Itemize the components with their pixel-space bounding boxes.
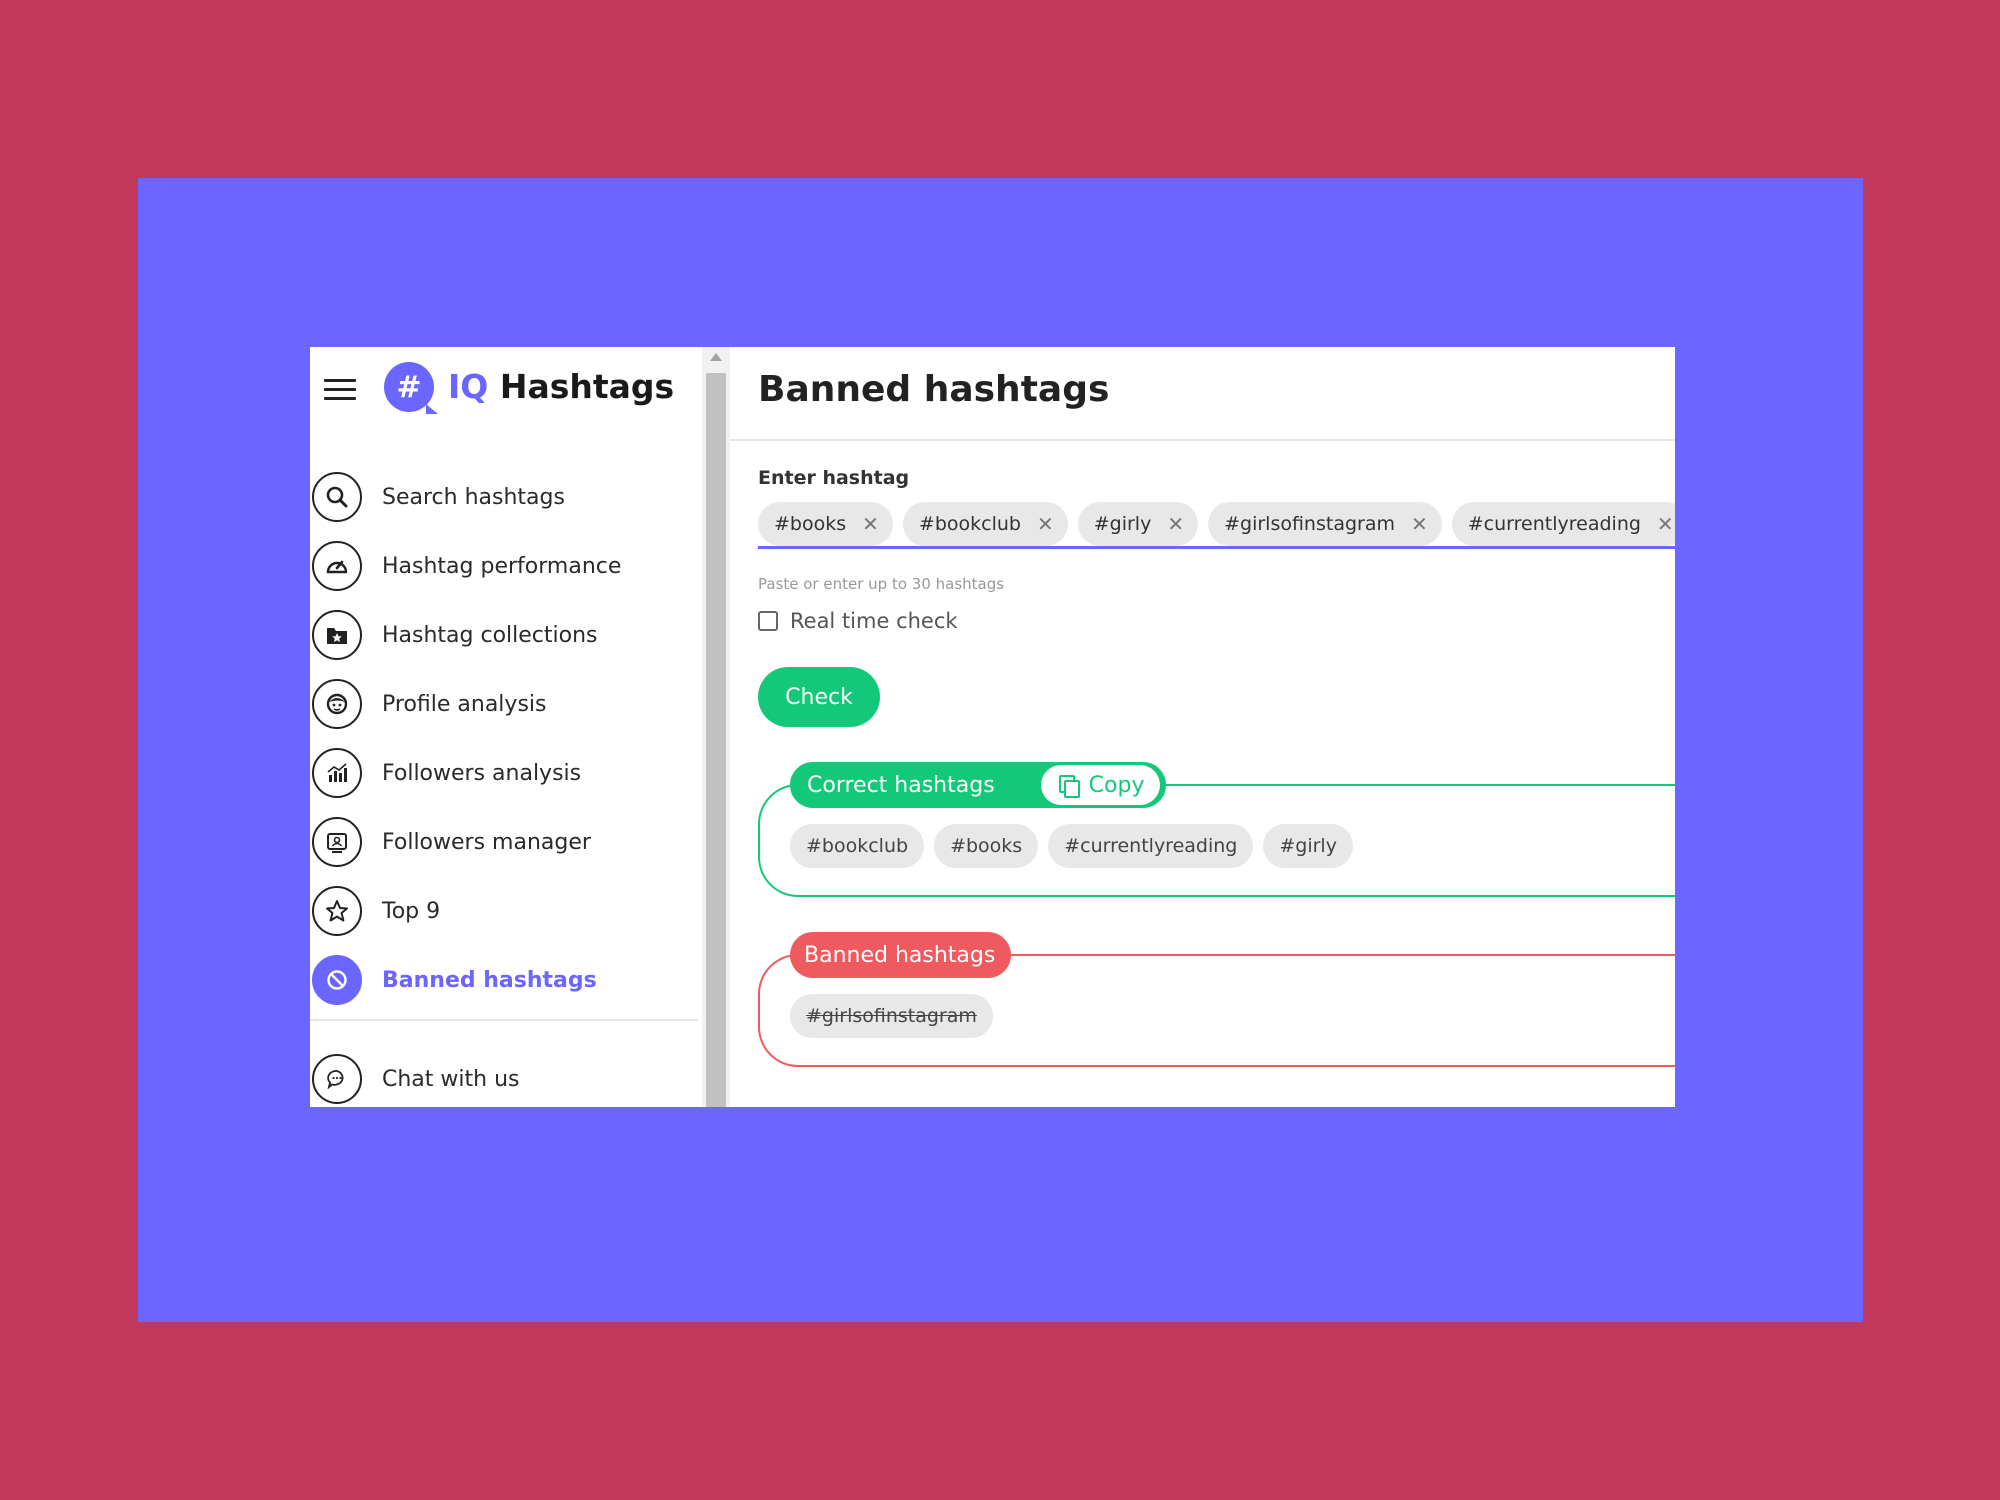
sidebar: # IQ Hashtags Search hashtags Hashtag pe… <box>310 347 700 1107</box>
hashtag-input-label: Enter hashtag <box>758 467 910 489</box>
face-icon <box>312 679 362 729</box>
hashtag-chip: #girly ✕ <box>1077 502 1199 546</box>
chip-label: #bookclub <box>918 513 1021 535</box>
correct-tag: #bookclub <box>790 824 925 868</box>
hashtag-chip: #books ✕ <box>758 502 893 546</box>
sidebar-item-label: Top 9 <box>382 898 441 924</box>
sidebar-item-profile-analysis[interactable]: Profile analysis <box>312 676 692 732</box>
remove-chip-icon[interactable]: ✕ <box>1037 512 1054 536</box>
hamburger-menu-icon[interactable] <box>324 379 356 403</box>
sidebar-divider <box>310 1019 698 1021</box>
correct-hashtags-header: Correct hashtags Copy <box>790 762 1167 808</box>
bar-chart-icon <box>312 748 362 798</box>
check-button[interactable]: Check <box>758 667 880 727</box>
folder-star-icon <box>312 610 362 660</box>
chip-label: #girly <box>1093 513 1152 535</box>
main-header: Banned hashtags <box>730 347 1675 441</box>
logo-name: Hashtags <box>499 367 675 406</box>
correct-tag: #currentlyreading <box>1048 824 1254 868</box>
star-icon <box>312 886 362 936</box>
chip-label: #books <box>774 513 847 535</box>
block-icon <box>312 955 362 1005</box>
copy-button[interactable]: Copy <box>1040 765 1161 805</box>
sidebar-item-top-9[interactable]: Top 9 <box>312 883 692 939</box>
logo-text: IQ Hashtags <box>448 367 674 406</box>
banned-hashtags-header: Banned hashtags <box>790 932 1012 978</box>
speedometer-icon <box>312 541 362 591</box>
chip-label: #girlsofinstagram <box>1224 513 1395 535</box>
banned-hashtags-title: Banned hashtags <box>804 942 996 968</box>
hashtag-input-helper: Paste or enter up to 30 hashtags <box>758 575 1005 593</box>
remove-chip-icon[interactable]: ✕ <box>1657 512 1674 536</box>
app-window: # IQ Hashtags Search hashtags Hashtag pe… <box>310 347 1675 1107</box>
sidebar-item-label: Banned hashtags <box>382 967 597 993</box>
correct-tag: #girly <box>1263 824 1353 868</box>
scroll-thumb[interactable] <box>706 373 726 1107</box>
chip-label: #currentlyreading <box>1467 513 1641 535</box>
banned-hashtags-box: Banned hashtags #girlsofinstagram <box>758 932 1675 1067</box>
sidebar-item-label: Profile analysis <box>382 691 547 717</box>
sidebar-item-label: Chat with us <box>382 1066 520 1092</box>
hashtag-chip: #currentlyreading ✕ <box>1451 502 1675 546</box>
realtime-checkbox[interactable] <box>758 611 778 631</box>
sidebar-item-label: Hashtag performance <box>382 553 622 579</box>
sidebar-item-hashtag-performance[interactable]: Hashtag performance <box>312 538 692 594</box>
sidebar-item-banned-hashtags[interactable]: Banned hashtags <box>312 952 692 1008</box>
correct-tag: #books <box>934 824 1039 868</box>
page-title: Banned hashtags <box>758 369 1110 410</box>
hashtag-chip: #girlsofinstagram ✕ <box>1208 502 1442 546</box>
sidebar-item-followers-manager[interactable]: Followers manager <box>312 814 692 870</box>
remove-chip-icon[interactable]: ✕ <box>1167 512 1184 536</box>
sidebar-item-chat-with-us[interactable]: Chat with us <box>312 1051 692 1107</box>
sidebar-scrollbar[interactable] <box>702 347 730 1107</box>
sidebar-item-followers-analysis[interactable]: Followers analysis <box>312 745 692 801</box>
scroll-up-arrow-icon[interactable] <box>710 353 722 361</box>
realtime-label: Real time check <box>790 609 958 633</box>
sidebar-item-label: Hashtag collections <box>382 622 598 648</box>
sidebar-item-label: Search hashtags <box>382 484 565 510</box>
logo-badge: # <box>384 362 438 414</box>
hashtag-input[interactable]: #books ✕ #bookclub ✕ #girly ✕ #girlsofinstagra… <box>758 502 1675 549</box>
correct-hashtags-title: Correct hashtags <box>807 772 995 798</box>
banned-tags-list: #girlsofinstagram <box>790 994 1003 1038</box>
chat-icon <box>312 1054 362 1104</box>
id-card-icon <box>312 817 362 867</box>
realtime-check-row[interactable]: Real time check <box>758 609 958 633</box>
main-content: Banned hashtags Enter hashtag #books ✕ #bo… <box>730 347 1675 1107</box>
logo-prefix: IQ <box>448 367 489 406</box>
sidebar-item-label: Followers manager <box>382 829 591 855</box>
sidebar-item-hashtag-collections[interactable]: Hashtag collections <box>312 607 692 663</box>
correct-tags-list: #bookclub #books #currentlyreading #girly <box>790 824 1363 868</box>
sidebar-item-search-hashtags[interactable]: Search hashtags <box>312 469 692 525</box>
remove-chip-icon[interactable]: ✕ <box>862 512 879 536</box>
copy-label: Copy <box>1088 772 1145 798</box>
hashtag-chip: #bookclub ✕ <box>902 502 1068 546</box>
correct-hashtags-box: Correct hashtags Copy #bookclub #books #cu… <box>758 762 1675 897</box>
banned-tag: #girlsofinstagram <box>790 994 993 1038</box>
sidebar-item-label: Followers analysis <box>382 760 582 786</box>
search-icon <box>312 472 362 522</box>
remove-chip-icon[interactable]: ✕ <box>1411 512 1428 536</box>
copy-icon <box>1058 775 1080 798</box>
